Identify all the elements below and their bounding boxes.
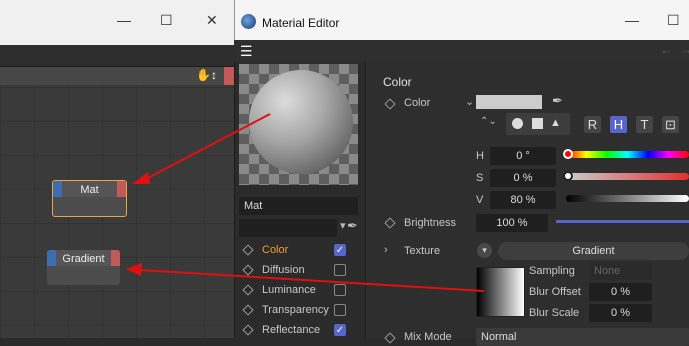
arrow-to-gradient-node — [139, 269, 485, 292]
arrow-to-mat-node — [143, 113, 271, 181]
arrowhead-mat-icon — [132, 172, 150, 184]
arrowhead-gradient-icon — [126, 263, 142, 276]
annotation-arrows — [126, 113, 485, 292]
